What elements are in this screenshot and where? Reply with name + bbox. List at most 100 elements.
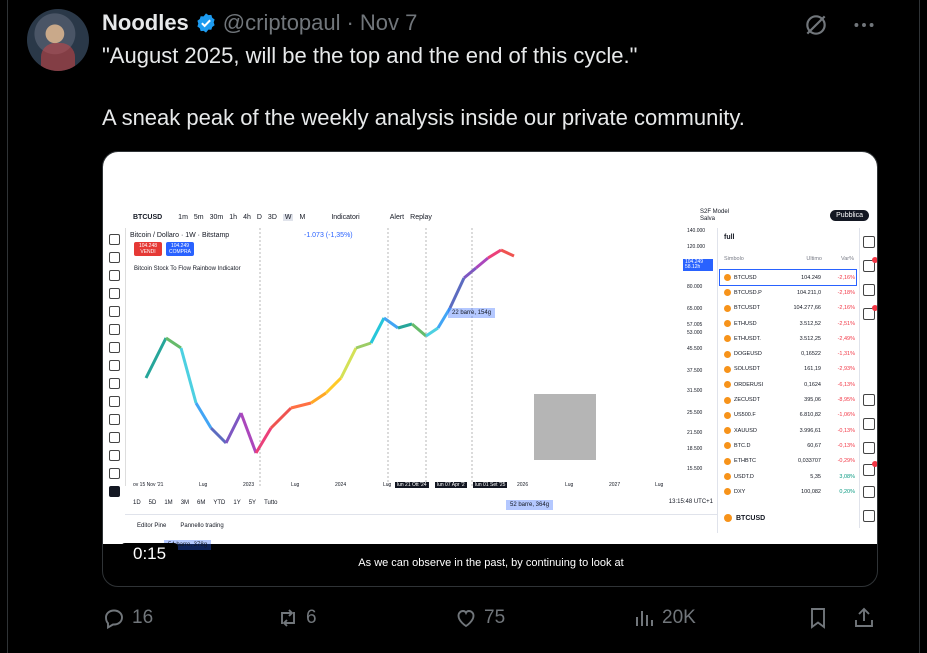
tweet-actions: 16 6 75 20K: [102, 606, 878, 638]
text-icon: [108, 342, 120, 353]
zoom-icon: [108, 396, 120, 407]
watchlist-header: Simbolo Ultimo Var%: [724, 256, 854, 262]
tv-publish-button: Pubblica: [830, 210, 869, 221]
tv-tf-5: D: [256, 213, 262, 221]
chat-icon: [863, 305, 877, 320]
price-chart: Bitcoin / Dollaro · 1W · Bitstamp -1.073…: [125, 228, 709, 550]
price-tick: 18.500: [687, 446, 703, 452]
price-tick: 37.500: [687, 368, 703, 374]
price-tick: 21.500: [687, 430, 703, 436]
watchlist-last: 161,19: [804, 366, 821, 373]
alerts-icon: [863, 257, 877, 272]
tv-symbol: BTCUSD: [133, 213, 163, 221]
price-line-segment: [194, 402, 213, 429]
repost-icon: [281, 609, 295, 627]
view-count: 20K: [662, 607, 696, 628]
like-button[interactable]: 75: [454, 606, 505, 630]
reply-button[interactable]: 16: [102, 606, 153, 630]
tweet-text-line2: A sneak peak of the weekly analysis insi…: [102, 105, 745, 130]
price-line-segment: [269, 406, 293, 430]
coin-icon: [724, 350, 731, 358]
time-tick: Lug: [199, 482, 208, 488]
watchlist-last: 3.512,52: [799, 320, 821, 327]
tv-replay: Replay: [410, 213, 432, 221]
author-name[interactable]: Noodles: [102, 10, 189, 36]
author-handle[interactable]: @criptopaul: [223, 10, 341, 36]
like-count: 75: [484, 607, 506, 628]
video-caption: As we can observe in the past, by contin…: [358, 557, 624, 569]
watchlist-change: 0,20%: [839, 488, 855, 495]
watchlist-symbol: ETHUSD: [734, 320, 757, 327]
price-line-segment: [239, 412, 258, 454]
ruler-icon: [108, 378, 120, 389]
watchlist-change: -2,51%: [837, 320, 855, 327]
heart-icon: [457, 610, 475, 628]
watchlist-symbol: USDT.D: [734, 473, 754, 480]
tweet-text: "August 2025, will be the top and the en…: [102, 42, 862, 132]
time-tick: ov 15 Nov '21: [133, 482, 164, 488]
tv-right-toolbar: [859, 228, 877, 528]
watchlist-title: full: [724, 234, 735, 241]
tv-tf-8: M: [299, 213, 306, 221]
price-line-segment: [383, 316, 399, 330]
bookmark-button[interactable]: [806, 606, 830, 630]
watchlist-last: 3.996,61: [799, 427, 821, 434]
target-icon: [863, 394, 875, 406]
emoji-icon: [108, 360, 120, 371]
broadcast-icon: [863, 442, 875, 454]
watchlist: full Simbolo Ultimo Var% BTCUSD 104.249 -2…: [717, 228, 857, 533]
trash-icon: [108, 468, 120, 479]
repost-button[interactable]: 6: [276, 606, 317, 630]
calendar-icon: [863, 418, 875, 430]
watchlist-change: -1,31%: [837, 351, 855, 358]
last-price-sub: 58.12h: [685, 264, 701, 270]
watchlist-change: -0,13%: [837, 442, 855, 449]
tweet-date[interactable]: Nov 7: [360, 10, 417, 36]
price-line-segment: [165, 336, 182, 350]
pine-editor-tab: Editor Pine: [137, 522, 167, 529]
views-icon: [636, 611, 653, 626]
watchlist-change: -2,93%: [837, 366, 855, 373]
price-line-segment: [179, 347, 198, 404]
watchlist-footer-symbol: BTCUSD: [736, 514, 766, 522]
tradingview-toolbar: BTCUSD 1m 5m 30m 1h 4h D 3D W M Indicato…: [103, 207, 877, 227]
buy-box: 104.249 COMPRA: [166, 242, 194, 256]
views-button[interactable]: 20K: [632, 606, 696, 630]
price-line-segment: [290, 401, 312, 410]
price-tick: 140.000: [687, 228, 706, 234]
watchlist-symbol: ETHUSDT.: [734, 335, 761, 342]
watchlist-change: -2,16%: [837, 305, 855, 312]
watchlist-symbol: DOGEUSD: [734, 351, 762, 358]
watchlist-change: 3,08%: [839, 473, 855, 480]
watchlist-symbol: ORDERUSI: [734, 381, 764, 388]
price-line-segment: [310, 391, 327, 405]
grok-icon[interactable]: [803, 12, 829, 38]
col-last: Ultimo: [806, 256, 822, 262]
range-all: Tutto: [264, 500, 278, 506]
watchlist-last: 395,06: [804, 397, 821, 404]
grid-icon: [863, 486, 875, 498]
tv-tf-1: 5m: [193, 213, 204, 221]
reply-count: 16: [132, 607, 154, 628]
price-line-segment: [355, 341, 372, 350]
range-3m: 3M: [180, 500, 190, 506]
watchlist-change: -0,13%: [837, 427, 855, 434]
watchlist-rows: BTCUSD 104.249 -2,16% BTCUSD.P 104.211,0 -2,1…: [719, 268, 857, 499]
watchlist-symbol: DXY: [734, 488, 746, 495]
more-options-icon[interactable]: [851, 12, 877, 38]
coin-icon: [724, 473, 731, 480]
watchlist-row: XAUUSD 3.996,61 -0,13%: [720, 423, 856, 438]
forecast-icon: [108, 306, 120, 317]
tv-tf-0: 1m: [178, 213, 188, 221]
avatar[interactable]: [27, 9, 89, 71]
watchlist-row: ORDERUSI 0,1624 -6,13%: [720, 377, 856, 392]
time-axis: ov 15 Nov '21 Lug 2023 Lug 2024 Lug lun …: [125, 482, 709, 492]
time-tick: Lug: [383, 482, 392, 488]
price-line-segment: [475, 256, 489, 270]
watchlist-row: US500.F 6.810,82 -1,06%: [720, 408, 856, 423]
video-player[interactable]: BTCUSD 1m 5m 30m 1h 4h D 3D W M Indicato…: [102, 151, 878, 587]
range-5d: 5D: [148, 500, 157, 506]
price-tick: 120.000: [687, 244, 706, 250]
chart-title: Bitcoin / Dollaro · 1W · Bitstamp: [130, 232, 230, 239]
share-button[interactable]: [852, 606, 876, 630]
